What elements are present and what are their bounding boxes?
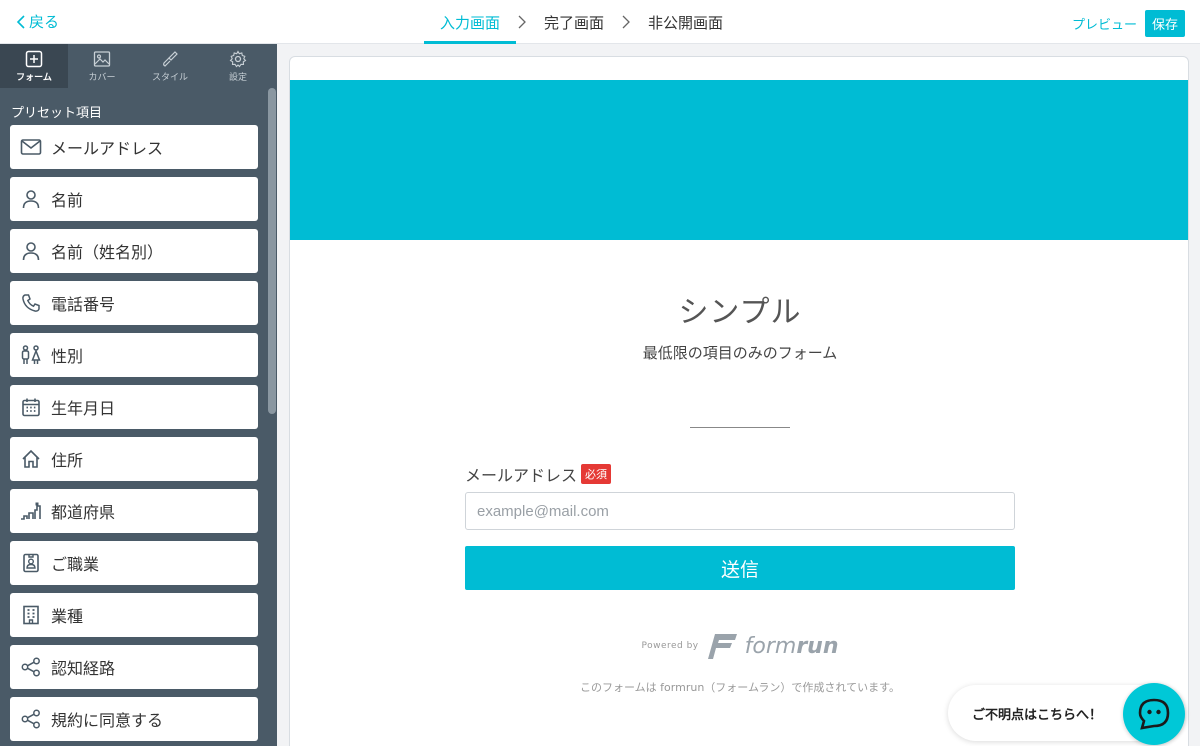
formrun-logo[interactable]: formrun: [707, 632, 839, 660]
preset-item-occupation[interactable]: ご職業: [10, 541, 258, 585]
building-icon: [20, 604, 42, 626]
preset-item-label: 住所: [51, 451, 84, 470]
preset-item-birthday[interactable]: 生年月日: [10, 385, 258, 429]
sidebar-scrollbar[interactable]: [268, 88, 276, 414]
submit-button[interactable]: 送信: [465, 546, 1015, 590]
chevron-right-icon: [516, 15, 528, 29]
sidebar: フォーム カバー スタイル 設定 プリセット項目 メールアドレス 名前 名前（姓…: [0, 44, 277, 746]
chevron-left-icon: [16, 14, 25, 29]
form-description: 最低限の項目のみのフォーム: [642, 344, 838, 362]
preset-item-label: 名前: [51, 191, 84, 210]
top-bar: 戻る 入力画面 完了画面 非公開画面 プレビュー 保存: [0, 0, 1200, 44]
preset-item-label: 生年月日: [51, 399, 116, 418]
preset-item-address[interactable]: 住所: [10, 437, 258, 481]
preset-item-name[interactable]: 名前: [10, 177, 258, 221]
tab-settings[interactable]: 設定: [204, 44, 272, 88]
preset-item-label: 名前（姓名別）: [51, 243, 164, 262]
step-label: 完了画面: [544, 13, 605, 32]
tab-cover[interactable]: カバー: [68, 44, 136, 88]
header-actions: プレビュー 保存: [1072, 10, 1185, 37]
image-icon: [93, 50, 111, 67]
share-icon: [20, 656, 42, 678]
mail-icon: [20, 136, 42, 158]
save-button[interactable]: 保存: [1144, 10, 1185, 37]
powered-by-formrun: Powered by formrun: [290, 632, 1188, 660]
phone-icon: [20, 292, 42, 314]
tab-label: 設定: [228, 72, 247, 83]
email-field-label: メールアドレス 必須: [465, 462, 612, 486]
home-icon: [20, 448, 42, 470]
preset-item-terms[interactable]: 規約に同意する: [10, 697, 258, 741]
powered-by-label: Powered by: [641, 641, 699, 651]
calendar-icon: [20, 396, 42, 418]
back-button[interactable]: 戻る: [16, 11, 59, 32]
tab-label: スタイル: [151, 72, 188, 83]
step-private-screen[interactable]: 非公開画面: [632, 0, 739, 44]
preset-item-prefecture[interactable]: 都道府県: [10, 489, 258, 533]
cover-banner[interactable]: [290, 80, 1188, 240]
preset-item-label: 認知経路: [51, 659, 116, 678]
plus-square-icon: [25, 50, 43, 67]
form-title: シンプル: [678, 295, 802, 330]
step-label: 非公開画面: [648, 13, 724, 32]
step-nav: 入力画面 完了画面 非公開画面: [424, 0, 739, 44]
preset-item-gender[interactable]: 性別: [10, 333, 258, 377]
required-badge: 必須: [581, 464, 612, 484]
email-field[interactable]: [465, 492, 1015, 530]
tab-label: カバー: [88, 72, 116, 83]
prefecture-icon: [20, 500, 42, 522]
gender-icon: [20, 344, 42, 366]
id-badge-icon: [20, 552, 42, 574]
preset-item-label: 性別: [51, 347, 84, 366]
formrun-logo-icon: [707, 634, 737, 659]
tab-style[interactable]: スタイル: [136, 44, 204, 88]
chat-icon: [1138, 698, 1170, 730]
preset-item-phone[interactable]: 電話番号: [10, 281, 258, 325]
formrun-logo-text: formrun: [744, 633, 839, 659]
brush-icon: [163, 50, 178, 67]
chevron-right-icon: [620, 15, 632, 29]
chat-button[interactable]: [1123, 683, 1185, 745]
gear-icon: [229, 49, 247, 67]
step-label: 入力画面: [440, 13, 501, 32]
tab-form[interactable]: フォーム: [0, 44, 68, 88]
preset-item-industry[interactable]: 業種: [10, 593, 258, 637]
sidebar-tabs: フォーム カバー スタイル 設定: [0, 44, 277, 88]
preset-item-name-split[interactable]: 名前（姓名別）: [10, 229, 258, 273]
step-input-screen[interactable]: 入力画面: [424, 0, 517, 44]
preset-item-label: 電話番号: [51, 295, 116, 314]
preview-button[interactable]: プレビュー: [1072, 14, 1137, 33]
preset-item-label: ご職業: [51, 555, 100, 574]
email-label-text: メールアドレス: [465, 466, 578, 485]
step-complete-screen[interactable]: 完了画面: [528, 0, 620, 44]
preset-item-label: 業種: [51, 607, 84, 626]
back-label: 戻る: [29, 13, 60, 31]
person-icon: [20, 240, 42, 262]
tab-label: フォーム: [16, 72, 52, 83]
help-label: ご不明点はこちらへ！: [972, 707, 1103, 723]
preset-field-list: メールアドレス 名前 名前（姓名別） 電話番号 性別 生年月日 住所 都道府県: [10, 125, 258, 746]
preset-item-email[interactable]: メールアドレス: [10, 125, 258, 169]
preset-item-label: 都道府県: [51, 503, 116, 522]
preset-item-referral[interactable]: 認知経路: [10, 645, 258, 689]
divider: [690, 427, 790, 428]
preset-item-label: メールアドレス: [51, 139, 164, 158]
person-icon: [20, 188, 42, 210]
preset-section-title: プリセット項目: [11, 106, 103, 121]
share-icon: [20, 708, 42, 730]
form-preview-panel: シンプル 最低限の項目のみのフォーム メールアドレス 必須 送信 Powered…: [289, 56, 1189, 746]
preset-item-label: 規約に同意する: [51, 711, 164, 730]
